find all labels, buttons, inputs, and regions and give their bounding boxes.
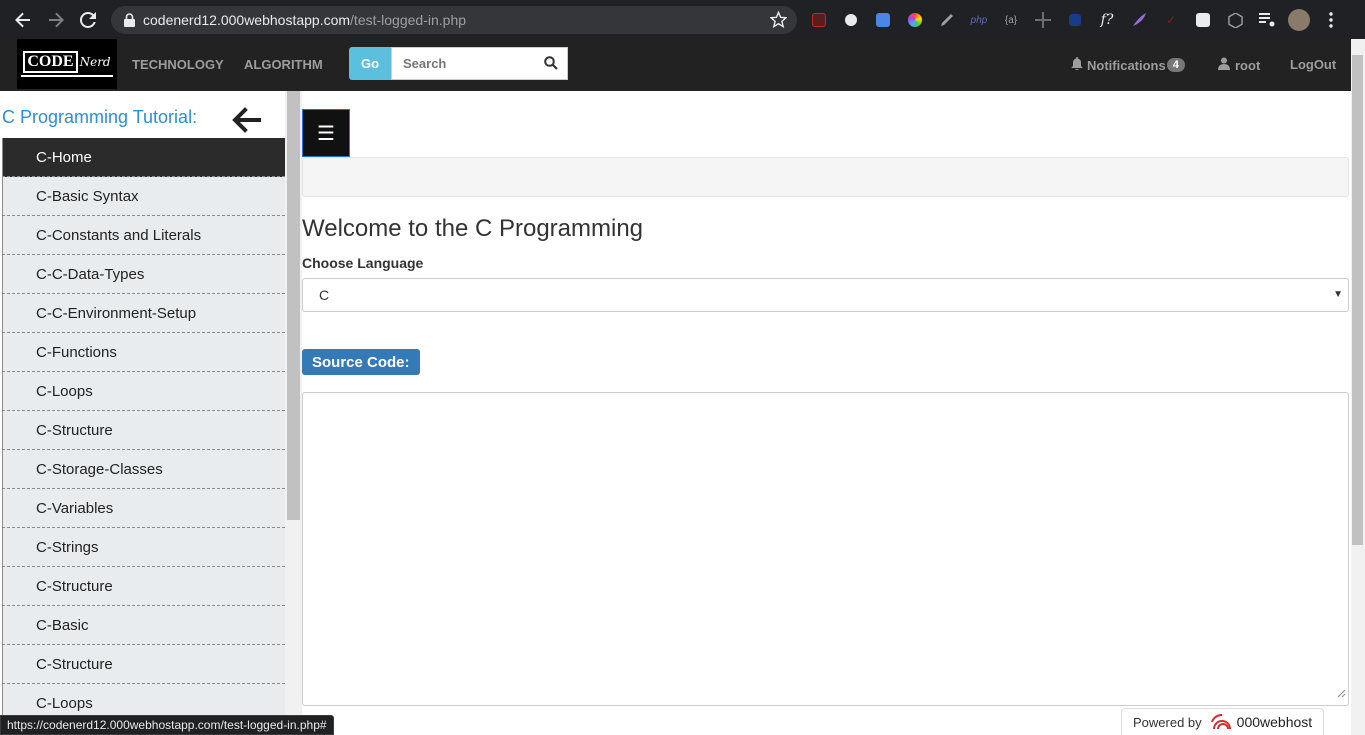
powered-by-text: Powered by bbox=[1133, 714, 1202, 730]
sidebar-item[interactable]: C-Home bbox=[2, 138, 285, 177]
nav-link-technology[interactable]: TECHNOLOGY bbox=[132, 57, 224, 72]
forward-icon[interactable] bbox=[40, 4, 72, 36]
font-extension-icon[interactable]: f? bbox=[1094, 7, 1120, 33]
logo-nerd-text: Nerd bbox=[79, 55, 111, 69]
target-extension-icon[interactable] bbox=[870, 7, 896, 33]
url-text: codenerd12.000webhostapp.com/test-logged… bbox=[143, 12, 467, 28]
logo-mark: CODE Nerd bbox=[21, 51, 113, 77]
page-title: Welcome to the C Programming bbox=[302, 215, 644, 242]
sidebar-item[interactable]: C-Variables bbox=[2, 489, 285, 528]
page-scrollbar-thumb[interactable] bbox=[1352, 55, 1363, 545]
language-select-value: C bbox=[319, 287, 330, 303]
browser-menu-icon[interactable] bbox=[1318, 7, 1344, 33]
search-icon[interactable] bbox=[544, 56, 558, 75]
logout-link[interactable]: LogOut bbox=[1290, 57, 1336, 72]
bell-icon bbox=[1071, 57, 1083, 73]
media-queue-icon[interactable] bbox=[1254, 7, 1280, 33]
sidebar-item[interactable]: C-Structure bbox=[2, 645, 285, 684]
profile-avatar-icon[interactable] bbox=[1286, 7, 1312, 33]
sidebar-item[interactable]: C-Storage-Classes bbox=[2, 450, 285, 489]
ruler-extension-icon[interactable] bbox=[1030, 7, 1056, 33]
sidebar-item[interactable]: C-Constants and Literals bbox=[2, 216, 285, 255]
sidebar-menu: C-Home C-Basic Syntax C-Constants and Lite… bbox=[2, 138, 285, 723]
blue-square-extension-icon[interactable] bbox=[1062, 7, 1088, 33]
choose-language-label: Choose Language bbox=[302, 255, 424, 271]
notifications-link[interactable]: Notifications 4 bbox=[1071, 57, 1185, 73]
caret-down-icon: ▼ bbox=[1333, 289, 1343, 300]
site-logo[interactable]: CODE Nerd bbox=[17, 39, 117, 89]
sidebar-title: C Programming Tutorial: bbox=[2, 107, 198, 127]
browser-toolbar: codenerd12.000webhostapp.com/test-logged… bbox=[0, 0, 1365, 39]
store-extension-icon[interactable] bbox=[1190, 7, 1216, 33]
notifications-label: Notifications bbox=[1087, 57, 1166, 73]
sidebar-item[interactable]: C-Functions bbox=[2, 333, 285, 372]
sidebar-scrollbar-thumb[interactable] bbox=[287, 91, 300, 520]
user-icon bbox=[1218, 57, 1230, 73]
sidebar-item[interactable]: C-Strings bbox=[2, 528, 285, 567]
gnome-extension-icon[interactable] bbox=[838, 7, 864, 33]
pdf-extension-icon[interactable] bbox=[806, 7, 832, 33]
logo-code-text: CODE bbox=[23, 51, 78, 73]
go-button[interactable]: Go bbox=[349, 47, 391, 80]
code-braces-extension-icon[interactable]: {a} bbox=[998, 7, 1024, 33]
info-well bbox=[302, 157, 1349, 197]
feather-extension-icon[interactable] bbox=[1126, 7, 1152, 33]
sidebar-item[interactable]: C-Structure bbox=[2, 411, 285, 450]
notifications-badge: 4 bbox=[1166, 58, 1185, 72]
check-extension-icon[interactable]: ✓ bbox=[1158, 7, 1184, 33]
sidebar-item[interactable]: C-C-Data-Types bbox=[2, 255, 285, 294]
lock-icon bbox=[121, 13, 137, 27]
search-input[interactable] bbox=[403, 56, 533, 71]
php-extension-icon[interactable]: php bbox=[966, 7, 992, 33]
resize-grip-icon[interactable] bbox=[1337, 685, 1346, 703]
site-navbar: CODE Nerd TECHNOLOGY ALGORITHM Go Notifi… bbox=[0, 39, 1351, 91]
sidebar: C Programming Tutorial: C-Home C-Basic Sy… bbox=[0, 91, 285, 735]
source-code-textarea[interactable] bbox=[302, 392, 1349, 706]
pen-extension-icon[interactable] bbox=[934, 7, 960, 33]
sidebar-item[interactable]: C-Basic bbox=[2, 606, 285, 645]
hamburger-icon: ☰ bbox=[317, 122, 335, 145]
extensions-bar: php {a} f? ✓ bbox=[806, 7, 1344, 33]
nav-link-algorithm[interactable]: ALGORITHM bbox=[244, 57, 323, 72]
arrow-left-icon[interactable] bbox=[231, 107, 261, 138]
bookmark-star-icon[interactable] bbox=[769, 10, 788, 33]
address-bar[interactable]: codenerd12.000webhostapp.com/test-logged… bbox=[111, 6, 797, 34]
sidebar-item[interactable]: C-Basic Syntax bbox=[2, 177, 285, 216]
back-icon[interactable] bbox=[7, 4, 39, 36]
webhost-logo-icon bbox=[1210, 714, 1233, 730]
user-label: root bbox=[1235, 57, 1261, 73]
search-box bbox=[391, 47, 568, 80]
source-code-label: Source Code: bbox=[302, 349, 420, 375]
status-bar-url: https://codenerd12.000webhostapp.com/tes… bbox=[0, 715, 334, 735]
sidebar-item[interactable]: C-C-Environment-Setup bbox=[2, 294, 285, 333]
hexagon-extension-icon[interactable] bbox=[1222, 7, 1248, 33]
color-picker-extension-icon[interactable] bbox=[902, 7, 928, 33]
reload-icon[interactable] bbox=[72, 4, 104, 36]
user-link[interactable]: root bbox=[1218, 57, 1260, 73]
sidebar-item[interactable]: C-Loops bbox=[2, 372, 285, 411]
menu-toggle-button[interactable]: ☰ bbox=[302, 109, 350, 157]
sidebar-item[interactable]: C-Structure bbox=[2, 567, 285, 606]
language-select[interactable]: C ▼ bbox=[302, 278, 1349, 312]
webhost-brand-text: 000webhost bbox=[1236, 714, 1313, 730]
powered-by-badge[interactable]: Powered by 000webhost bbox=[1121, 708, 1324, 735]
